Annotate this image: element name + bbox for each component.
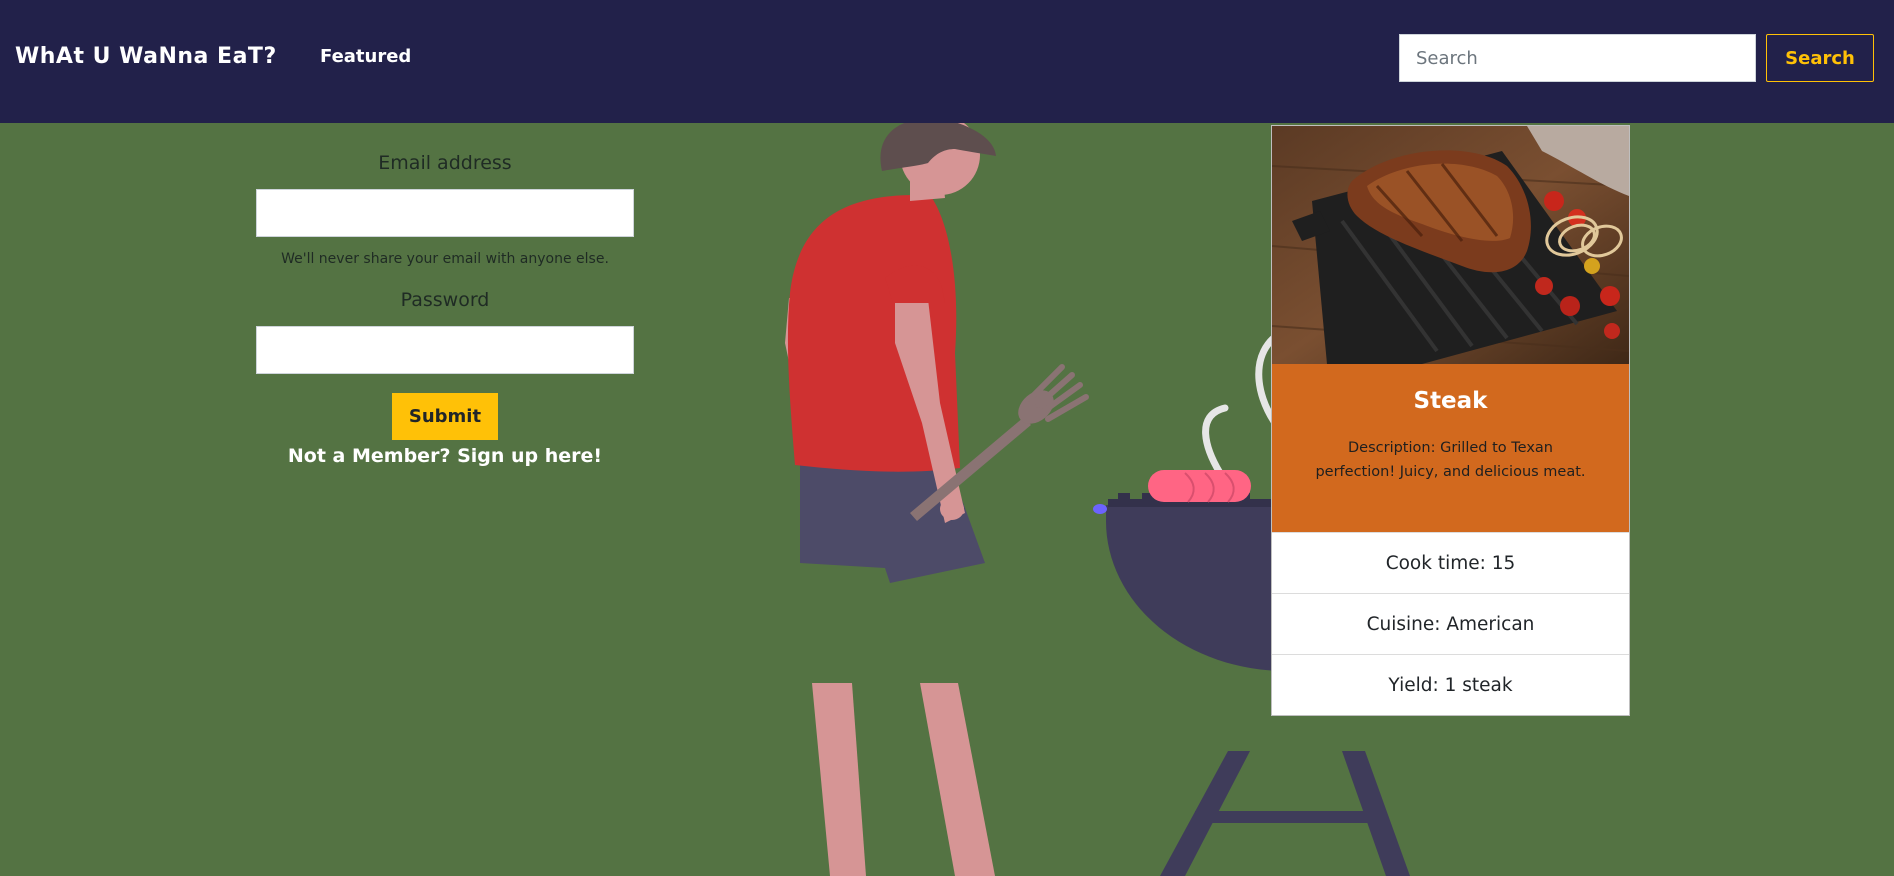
card-title: Steak (1413, 388, 1488, 414)
brand-logo[interactable]: WhAt U WaNna EaT? (15, 44, 277, 69)
card-cook-time: Cook time: 15 (1272, 532, 1629, 593)
navbar: WhAt U WaNna EaT? Featured Search (0, 0, 1894, 123)
person-figure (785, 123, 1089, 876)
grill-legs (1160, 751, 1410, 876)
password-field[interactable] (256, 326, 634, 374)
nav-link-featured[interactable]: Featured (320, 46, 411, 67)
email-label: Email address (378, 152, 512, 174)
main-content: Email address We'll never share your ema… (0, 123, 1894, 876)
signup-link[interactable]: Not a Member? Sign up here! (216, 445, 674, 467)
email-field[interactable] (256, 189, 634, 237)
search-input[interactable] (1399, 34, 1756, 82)
grill-handle (1093, 504, 1107, 514)
card-description: Description: Grilled to Texan perfection… (1315, 440, 1586, 480)
search-button[interactable]: Search (1766, 34, 1874, 82)
sausage-icon (1148, 470, 1251, 502)
card-cuisine: Cuisine: American (1272, 593, 1629, 654)
steak-photo (1272, 126, 1629, 364)
password-label: Password (400, 289, 490, 311)
submit-button[interactable]: Submit (392, 393, 498, 440)
recipe-card: Steak Description: Grilled to Texan perf… (1271, 125, 1630, 716)
card-body: Steak Description: Grilled to Texan perf… (1272, 364, 1629, 532)
card-yield: Yield: 1 steak (1272, 654, 1629, 715)
email-help-text: We'll never share your email with anyone… (281, 251, 609, 267)
